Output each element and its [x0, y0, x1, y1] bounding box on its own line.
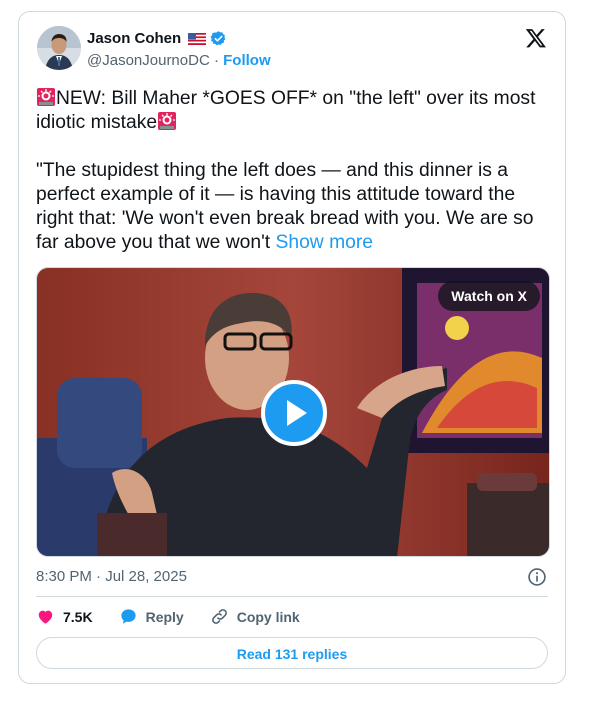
reply-button[interactable]: Reply	[119, 607, 184, 626]
tweet-text: NEW: Bill Maher *GOES OFF* on "the left"…	[36, 87, 556, 255]
author-name[interactable]: Jason Cohen	[87, 30, 181, 47]
divider	[36, 596, 548, 597]
author-row: Jason Cohen	[87, 30, 227, 47]
handle-row: @JasonJournoDC · Follow	[87, 52, 271, 69]
like-count: 7.5K	[63, 608, 93, 625]
tweet-card: Jason Cohen @JasonJournoDC · Follow NEW:…	[18, 11, 566, 684]
rotating-light-emoji	[158, 112, 177, 130]
copy-link-label: Copy link	[236, 608, 300, 625]
show-more-link[interactable]: Show more	[275, 232, 373, 253]
rotating-light-emoji	[37, 88, 55, 106]
avatar[interactable]	[37, 26, 81, 70]
us-flag-icon	[188, 32, 207, 45]
watch-on-x-button[interactable]: Watch on X	[438, 281, 540, 311]
video-player[interactable]: Watch on X	[36, 267, 550, 557]
info-icon[interactable]	[527, 567, 547, 587]
x-logo-icon[interactable]	[525, 27, 547, 49]
verified-badge-icon	[210, 31, 226, 46]
play-icon	[287, 400, 307, 426]
tweet-line-1-text: NEW: Bill Maher *GOES OFF* on "the left"…	[36, 88, 536, 133]
tweet-line-2: "The stupidest thing the left does — and…	[36, 159, 556, 255]
heart-icon	[38, 610, 53, 624]
play-button[interactable]	[261, 380, 327, 446]
tweet-line-1: NEW: Bill Maher *GOES OFF* on "the left"…	[36, 87, 556, 135]
author-handle[interactable]: @JasonJournoDC	[87, 52, 210, 69]
follow-button[interactable]: Follow	[223, 52, 271, 69]
copy-link-button[interactable]: Copy link	[210, 607, 300, 626]
timestamp[interactable]: 8:30 PM · Jul 28, 2025	[36, 568, 187, 585]
separator: ·	[213, 52, 219, 69]
reply-label: Reply	[145, 608, 184, 625]
like-button[interactable]: 7.5K	[36, 607, 93, 626]
link-icon	[211, 609, 227, 624]
read-replies-button[interactable]: Read 131 replies	[36, 637, 548, 669]
reply-icon	[120, 609, 136, 624]
action-bar: 7.5K Reply Copy link	[36, 607, 326, 626]
